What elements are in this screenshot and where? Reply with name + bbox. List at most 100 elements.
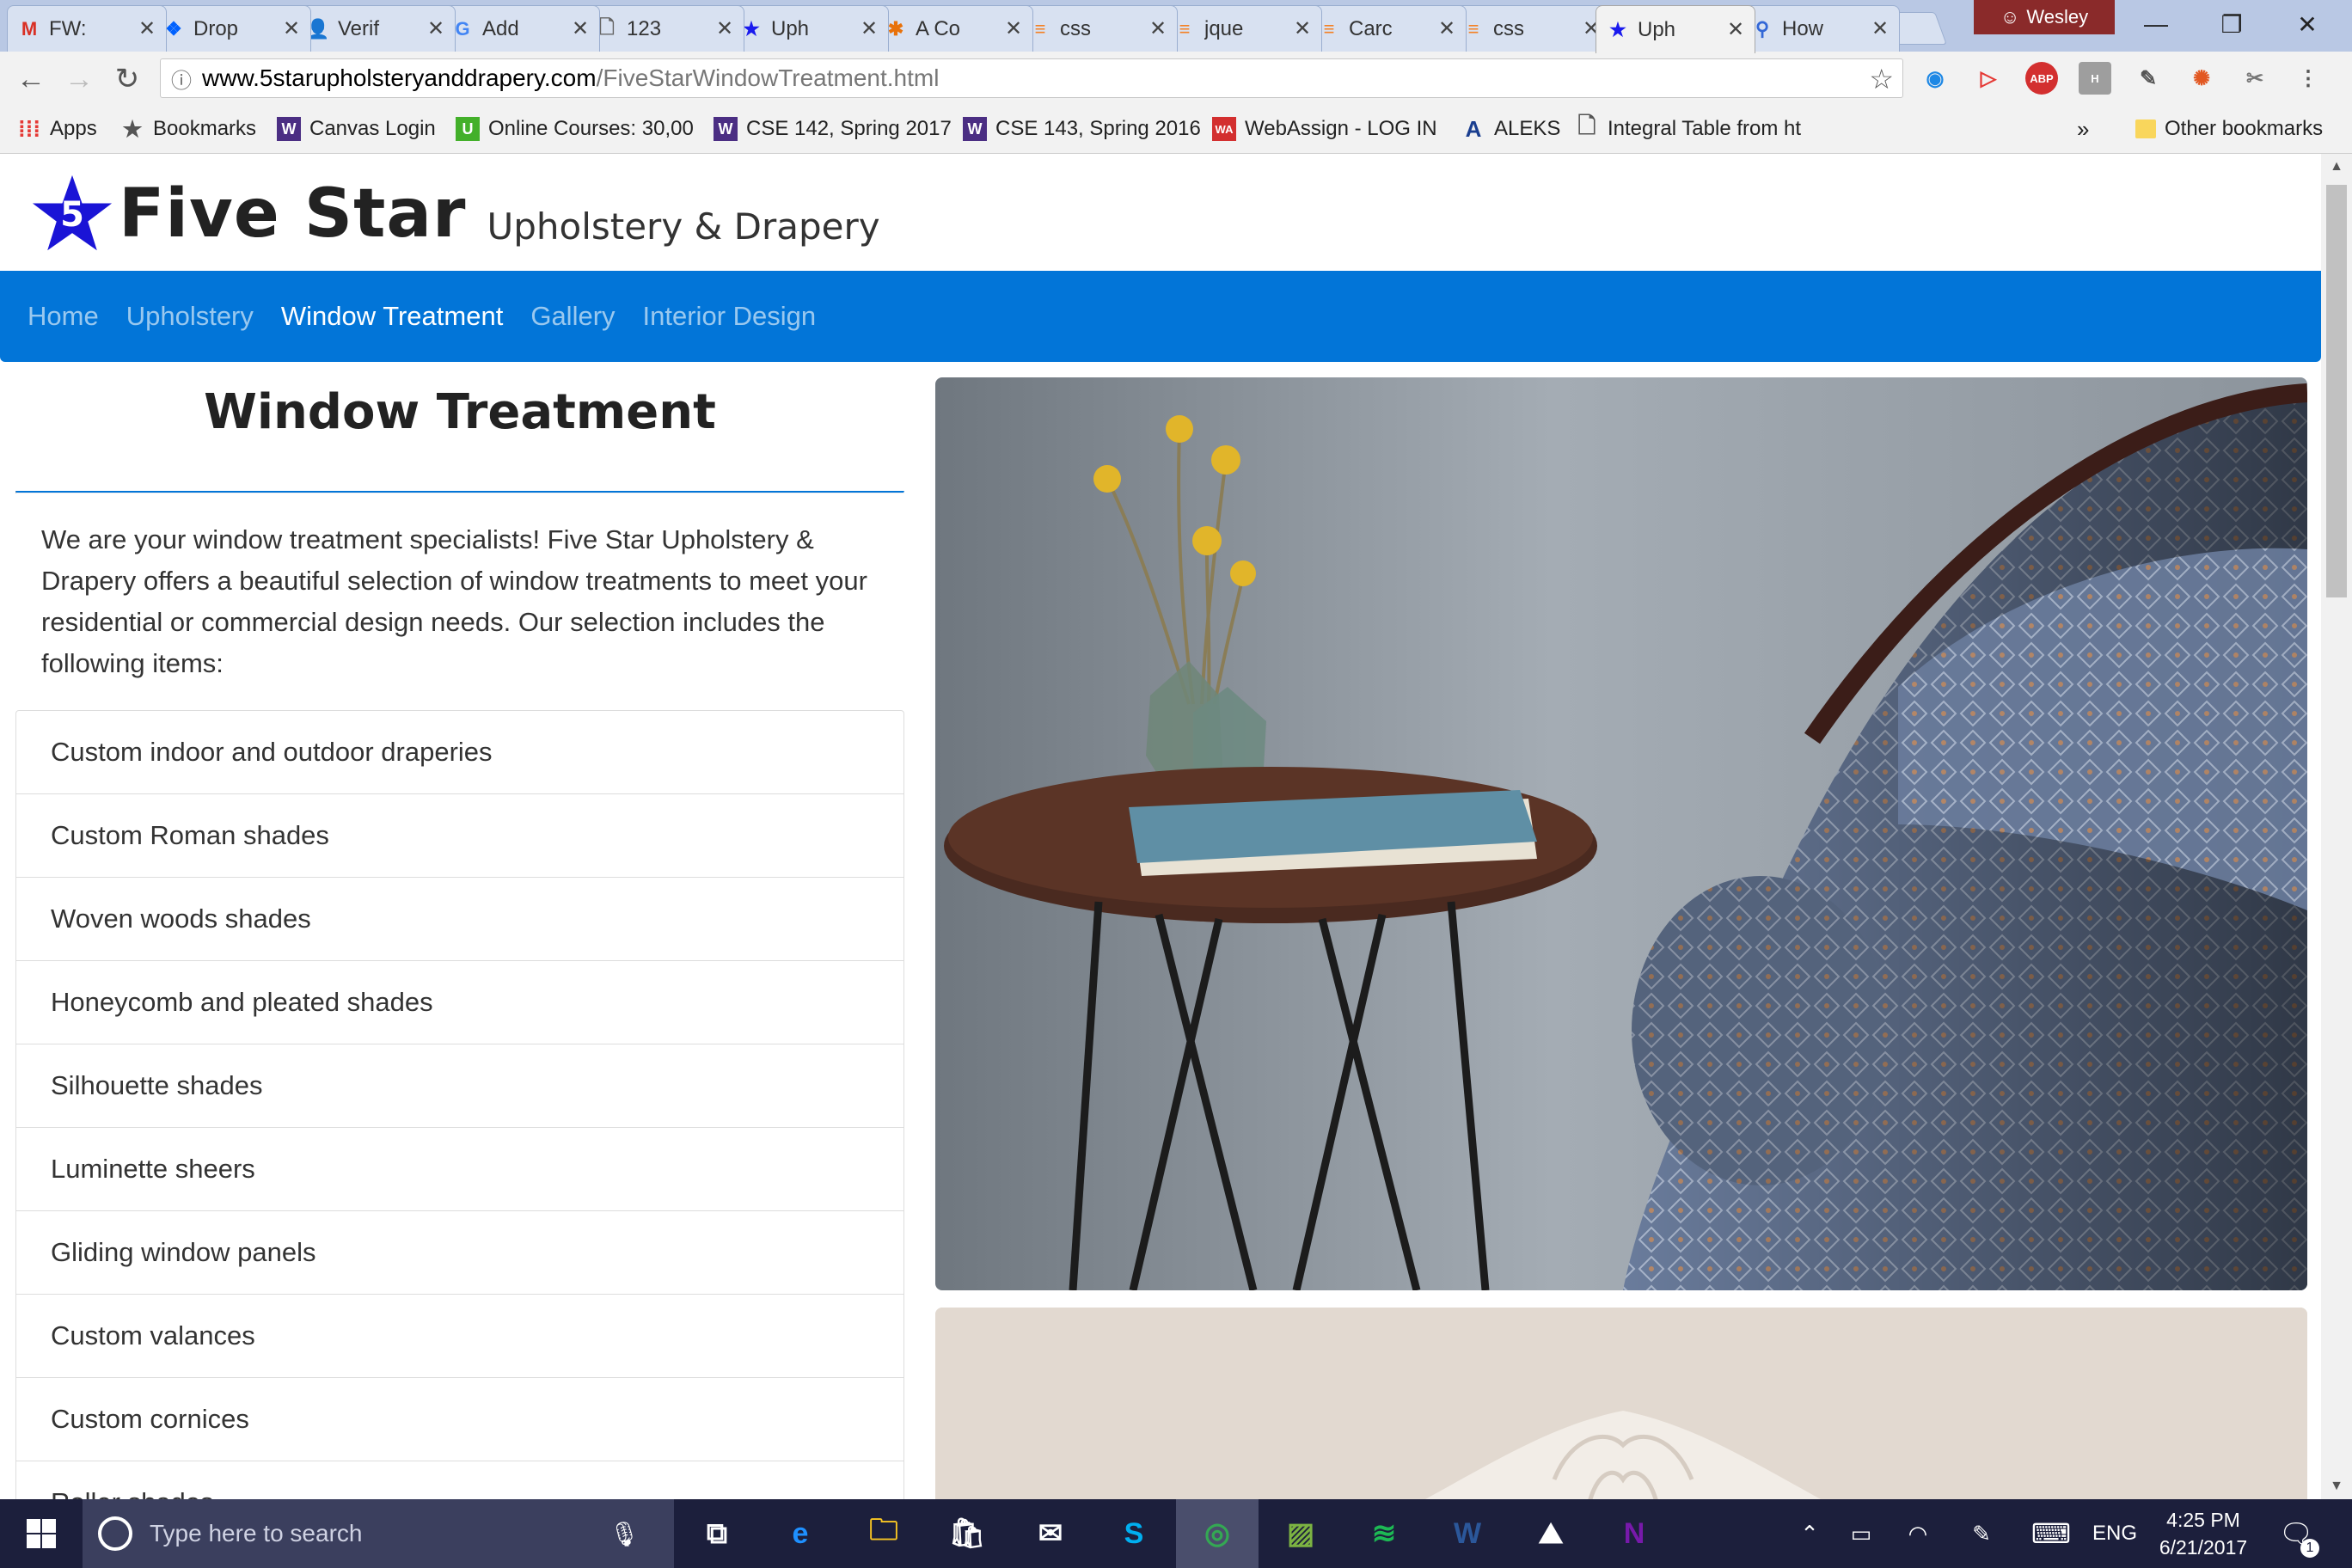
eyedropper-icon[interactable]: ✎ [2132, 62, 2165, 95]
treatment-list: Custom indoor and outdoor draperies Custo… [15, 709, 904, 1499]
close-tab-icon[interactable]: ✕ [861, 16, 878, 41]
maximize-button[interactable]: ❐ [2194, 0, 2269, 48]
browser-tab[interactable]: G Add ✕ [440, 5, 600, 52]
task-view-icon[interactable]: ⧉ [676, 1499, 758, 1568]
skype-icon[interactable]: S [1093, 1499, 1175, 1568]
back-button[interactable]: ← [12, 60, 50, 98]
tab-title: jque [1204, 16, 1244, 40]
browser-tab[interactable]: ≡ jque ✕ [1162, 5, 1322, 52]
close-tab-icon[interactable]: ✕ [1438, 16, 1455, 41]
site-brand[interactable]: 5 Five Star Upholstery & Drapery [31, 162, 880, 266]
eye-extension-icon[interactable]: ◉ [1919, 62, 1951, 95]
scissors-icon[interactable]: ✂ [2239, 62, 2271, 95]
bookmark-item[interactable]: U Online Courses: 30,00 [456, 113, 694, 144]
tab-title: 123 [627, 16, 662, 40]
reload-button[interactable]: ↻ [108, 60, 146, 98]
document-icon: 🗋 [1577, 113, 1596, 138]
scroll-thumb[interactable] [2326, 185, 2347, 597]
adblock-icon[interactable]: ABP [2025, 62, 2058, 95]
profile-button[interactable]: ☺ Wesley [1974, 0, 2115, 34]
browser-tab[interactable]: ≡ Carc ✕ [1307, 5, 1467, 52]
nav-link-window-treatment[interactable]: Window Treatment [281, 301, 503, 332]
page-scrollbar[interactable]: ▲ ▼ [2321, 154, 2352, 1499]
browser-tab[interactable]: ⚲ How ✕ [1740, 5, 1900, 52]
tab-title: Add [482, 16, 519, 40]
nav-link-upholstery[interactable]: Upholstery [126, 301, 254, 332]
onenote-icon[interactable]: N [1593, 1499, 1675, 1568]
bookmark-item[interactable]: WA WebAssign - LOG IN [1212, 113, 1437, 144]
browser-tab[interactable]: ★ Uph ✕ [729, 5, 889, 52]
close-tab-icon[interactable]: ✕ [1871, 16, 1889, 41]
other-bookmarks[interactable]: Other bookmarks [2135, 113, 2323, 144]
browser-tab[interactable]: ❖ Drop ✕ [151, 5, 311, 52]
edge-icon[interactable]: e [759, 1499, 842, 1568]
show-hidden-icons[interactable]: ⌃ [1788, 1499, 1831, 1568]
play-extension-icon[interactable]: ▷ [1972, 62, 2005, 95]
nav-link-interior-design[interactable]: Interior Design [643, 301, 817, 332]
spotify-icon[interactable]: ≋ [1343, 1499, 1425, 1568]
browser-tab[interactable]: 👤 Verif ✕ [296, 5, 456, 52]
address-bar[interactable]: ⓘ www.5starupholsteryanddrapery.com/Five… [160, 58, 1903, 98]
bookmarks-overflow-button[interactable]: » [2077, 113, 2089, 144]
battery-icon[interactable]: ▭ [1840, 1499, 1883, 1568]
close-tab-icon[interactable]: ✕ [427, 16, 444, 41]
browser-tab[interactable]: 🗋 123 ✕ [585, 5, 744, 52]
crab-extension-icon[interactable]: ✺ [2185, 62, 2218, 95]
word-icon[interactable]: W [1426, 1499, 1509, 1568]
bookmark-item[interactable]: 🗋 Integral Table from ht [1575, 113, 1801, 144]
wifi-icon[interactable]: ◠ [1896, 1499, 1939, 1568]
page-title: Window Treatment [204, 384, 716, 440]
uw-icon: W [714, 117, 738, 141]
nav-link-gallery[interactable]: Gallery [530, 301, 615, 332]
menu-icon[interactable]: ⋮ [2292, 62, 2324, 95]
close-tab-icon[interactable]: ✕ [1727, 17, 1744, 42]
forward-button[interactable]: → [60, 60, 98, 98]
action-center-button[interactable]: 🗨 1 [2266, 1499, 2326, 1568]
mail-icon[interactable]: ✉ [1009, 1499, 1092, 1568]
list-item: Custom valances [16, 1295, 903, 1378]
list-item: Gliding window panels [16, 1211, 903, 1295]
taskbar-search-box[interactable]: Type here to search 🎙 [83, 1499, 674, 1568]
browser-tab[interactable]: ≡ css ✕ [1451, 5, 1611, 52]
bookmark-item[interactable]: A ALEKS [1461, 113, 1561, 144]
file-explorer-icon[interactable]: 🗀 [842, 1499, 925, 1568]
minimize-button[interactable]: — [2118, 0, 2194, 48]
image-editor-icon[interactable]: ▨ [1259, 1499, 1342, 1568]
bookmark-item[interactable]: W CSE 143, Spring 2016 [963, 113, 1201, 144]
browser-tab[interactable]: M FW: ✕ [7, 5, 167, 52]
h-extension-icon[interactable]: H [2079, 62, 2111, 95]
close-tab-icon[interactable]: ✕ [1149, 16, 1167, 41]
bookmark-item[interactable]: ⁞⁞⁞ Apps [17, 113, 97, 144]
bookmark-item[interactable]: ★ Bookmarks [120, 113, 256, 144]
language-indicator[interactable]: ENG [2089, 1499, 2141, 1568]
close-tab-icon[interactable]: ✕ [1294, 16, 1311, 41]
bookmark-star-icon[interactable]: ☆ [1869, 63, 1894, 95]
browser-tab[interactable]: ✱ A Co ✕ [873, 5, 1033, 52]
url-host: www.5starupholsteryanddrapery.com [202, 64, 597, 91]
pen-icon[interactable]: ✎ [1960, 1499, 2003, 1568]
keyboard-icon[interactable]: ⌨ [2025, 1499, 2077, 1568]
bookmark-item[interactable]: W CSE 142, Spring 2017 [714, 113, 952, 144]
bookmark-item[interactable]: W Canvas Login [277, 113, 436, 144]
bookmark-label: CSE 142, Spring 2017 [746, 117, 952, 140]
nav-link-home[interactable]: Home [28, 301, 99, 332]
store-icon[interactable]: 🛍 [926, 1499, 1008, 1568]
close-tab-icon[interactable]: ✕ [716, 16, 733, 41]
photos-icon[interactable]: ⛰ [1510, 1499, 1592, 1568]
close-tab-icon[interactable]: ✕ [138, 16, 156, 41]
start-button[interactable] [0, 1499, 83, 1568]
site-info-icon[interactable]: ⓘ [161, 64, 202, 94]
browser-tab[interactable]: ≡ css ✕ [1018, 5, 1178, 52]
bookmarks-bar: ⁞⁞⁞ Apps ★ Bookmarks W Canvas Login U Online Co… [0, 105, 2352, 154]
close-tab-icon[interactable]: ✕ [283, 16, 300, 41]
close-tab-icon[interactable]: ✕ [572, 16, 589, 41]
tab-title: Uph [771, 16, 810, 40]
close-tab-icon[interactable]: ✕ [1005, 16, 1022, 41]
browser-tab[interactable]: ★ Uph ✕ [1596, 5, 1755, 53]
close-window-button[interactable]: ✕ [2269, 0, 2345, 48]
scroll-up-icon[interactable]: ▲ [2321, 154, 2352, 180]
scroll-down-icon[interactable]: ▼ [2321, 1473, 2352, 1499]
taskbar-clock[interactable]: 4:25 PM 6/21/2017 [2156, 1506, 2251, 1561]
microphone-icon[interactable]: 🎙 [609, 1520, 640, 1548]
chrome-icon[interactable]: ◎ [1176, 1499, 1259, 1568]
